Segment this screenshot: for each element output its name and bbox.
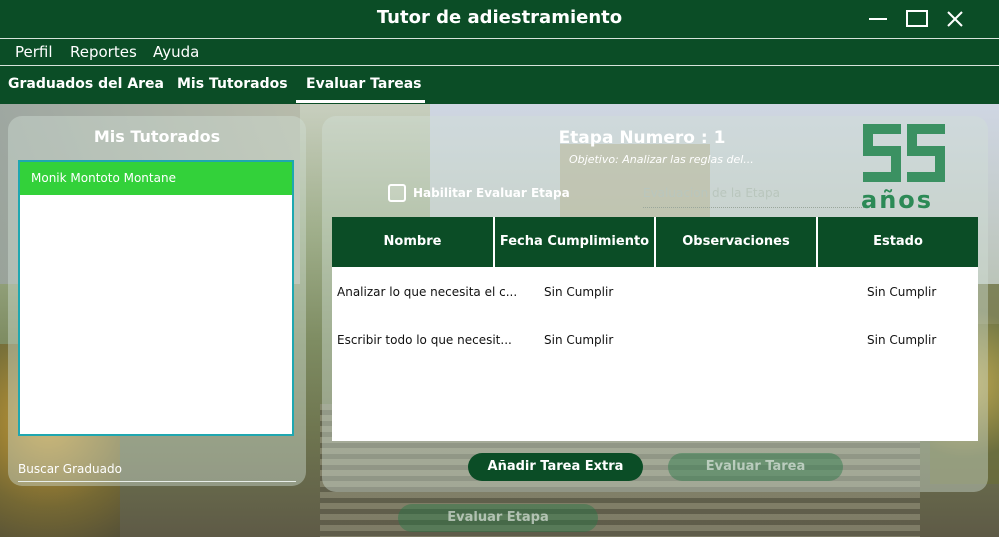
tab-bar: Graduados del Area Mis Tutorados Evaluar… [0,66,999,104]
table-header: Nombre Fecha Cumplimiento Observaciones … [332,217,978,267]
logo-anos-text: años [861,186,934,214]
menu-perfil[interactable]: Perfil [15,43,53,61]
evaluation-panel: Etapa Numero : 1 Objetivo: Analizar las … [322,116,988,492]
close-button[interactable] [942,7,968,31]
active-tab-indicator [296,100,425,103]
maximize-icon [906,10,928,27]
tutorados-title: Mis Tutorados [93,127,221,146]
tasks-table: Nombre Fecha Cumplimiento Observaciones … [332,217,978,441]
evaluate-stage-button[interactable]: Evaluar Etapa [398,504,598,532]
cell-fecha: Sin Cumplir [544,285,614,299]
menu-reportes[interactable]: Reportes [70,43,137,61]
menu-bar: Perfil Reportes Ayuda [0,38,999,66]
menu-ayuda[interactable]: Ayuda [153,43,199,61]
list-item-selected[interactable]: Monik Montoto Montane [20,162,292,195]
minimize-icon [869,18,887,20]
tutorados-list[interactable]: Monik Montoto Montane [18,160,294,436]
cell-fecha: Sin Cumplir [544,333,614,347]
tab-graduados-del-area[interactable]: Graduados del Area [8,76,164,92]
search-graduado-input[interactable]: Buscar Graduado [18,456,296,482]
close-icon [947,11,963,27]
col-header-observaciones[interactable]: Observaciones [656,217,818,267]
cell-nombre: Escribir todo lo que necesit... [337,333,512,347]
habilitar-evaluar-checkbox[interactable] [388,184,406,202]
tutorados-panel: Mis Tutorados Monik Montoto Montane Busc… [8,116,306,486]
minimize-button[interactable] [866,7,892,31]
tab-evaluar-tareas[interactable]: Evaluar Tareas [306,76,422,92]
evaluacion-etapa-input[interactable]: Evaluacion de la Etapa [643,178,868,208]
col-header-fecha[interactable]: Fecha Cumplimiento [495,217,656,267]
tab-mis-tutorados[interactable]: Mis Tutorados [177,76,288,92]
col-header-estado[interactable]: Estado [818,217,978,267]
stage-objective: Objetivo: Analizar las reglas del... [569,153,754,166]
maximize-button[interactable] [904,7,930,31]
cell-estado: Sin Cumplir [867,285,937,299]
title-bar: Tutor de adiestramiento [0,0,999,38]
evaluate-task-button[interactable]: Evaluar Tarea [668,453,843,481]
add-extra-task-button[interactable]: Añadir Tarea Extra [468,453,643,481]
cell-estado: Sin Cumplir [867,333,937,347]
window-title: Tutor de adiestramiento [376,7,623,28]
cell-nombre: Analizar lo que necesita el c... [337,285,518,299]
col-header-nombre[interactable]: Nombre [332,217,495,267]
habilitar-evaluar-label: Habilitar Evaluar Etapa [413,186,570,200]
